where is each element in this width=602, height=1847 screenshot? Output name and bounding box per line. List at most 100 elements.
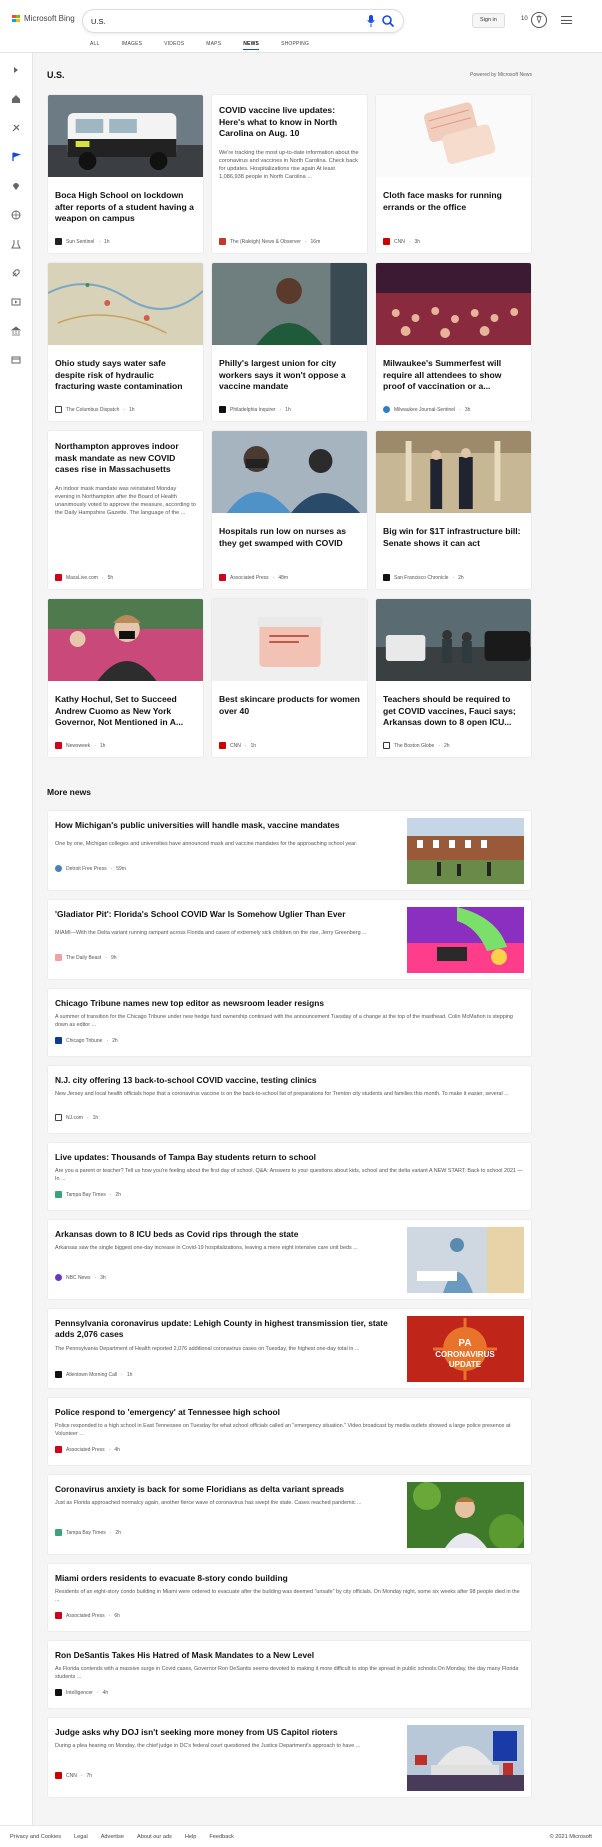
news-card[interactable]: Milwaukee's Summerfest will require all … <box>375 262 532 422</box>
row-title[interactable]: Miami orders residents to evacuate 8-sto… <box>55 1573 288 1584</box>
rocket-icon[interactable] <box>11 268 21 278</box>
microphone-icon[interactable] <box>367 15 375 27</box>
bing-logo[interactable]: Microsoft Bing <box>12 14 75 23</box>
card-source: Associated Press · 48m <box>219 574 288 581</box>
rewards-icon[interactable] <box>531 12 547 28</box>
news-card[interactable]: Teachers should be required to get COVID… <box>375 598 532 758</box>
section-title: U.S. <box>47 70 65 80</box>
card-title[interactable]: Cloth face masks for running errands or … <box>376 182 531 213</box>
footer-link-privacy[interactable]: Privacy and Cookies <box>10 1834 61 1840</box>
source-age: 1h <box>92 1114 99 1121</box>
row-title[interactable]: Judge asks why DOJ isn't seeking more mo… <box>55 1727 395 1738</box>
sign-in-button[interactable]: Sign in <box>472 13 505 28</box>
news-card[interactable]: Cloth face masks for running errands or … <box>375 94 532 254</box>
news-card[interactable]: Boca High School on lockdown after repor… <box>47 94 204 254</box>
row-title[interactable]: Pennsylvania coronavirus update: Lehigh … <box>55 1318 395 1340</box>
science-icon[interactable] <box>11 239 21 249</box>
news-card[interactable]: Ohio study says water safe despite risk … <box>47 262 204 422</box>
card-title[interactable]: Northampton approves indoor mask mandate… <box>48 431 203 476</box>
card-title[interactable]: Philly's largest union for city workers … <box>212 350 367 393</box>
tab-shopping[interactable]: SHOPPING <box>281 41 309 50</box>
collapse-icon[interactable] <box>11 65 21 75</box>
rewards-points: 10 <box>521 16 528 22</box>
globe-icon[interactable] <box>11 210 21 220</box>
location-icon[interactable] <box>11 181 21 191</box>
row-snippet: MIAMI—With the Delta variant running ram… <box>55 930 367 936</box>
news-row[interactable]: Arkansas down to 8 ICU beds as Covid rip… <box>47 1219 532 1300</box>
video-icon[interactable] <box>11 297 21 307</box>
news-row[interactable]: Chicago Tribune names new top editor as … <box>47 988 532 1057</box>
card-title[interactable]: Best skincare products for women over 40 <box>212 686 367 717</box>
header: Microsoft Bing Sign in 10 ALL IMAGES VID… <box>0 0 602 52</box>
footer-link-legal[interactable]: Legal <box>74 1834 88 1840</box>
footer-link-advertise[interactable]: Advertise <box>101 1834 124 1840</box>
logo-text: Microsoft Bing <box>24 14 75 23</box>
tab-images[interactable]: IMAGES <box>122 41 143 50</box>
row-source: NBC News · 3h <box>55 1274 106 1281</box>
flag-icon[interactable] <box>11 152 21 162</box>
source-name: San Francisco Chronicle <box>394 574 449 581</box>
card-snippet: We're tracking the most up-to-date infor… <box>219 149 359 180</box>
news-row[interactable]: Police respond to 'emergency' at Tenness… <box>47 1397 532 1466</box>
source-name: Intelligencer <box>66 1689 93 1696</box>
news-row[interactable]: 'Gladiator Pit': Florida's School COVID … <box>47 899 532 980</box>
row-title[interactable]: Arkansas down to 8 ICU beds as Covid rip… <box>55 1229 395 1240</box>
news-card[interactable]: Hospitals run low on nurses as they get … <box>211 430 368 590</box>
row-title[interactable]: Ron DeSantis Takes His Hatred of Mask Ma… <box>55 1650 314 1661</box>
card-title[interactable]: Hospitals run low on nurses as they get … <box>212 518 367 549</box>
footer-link-help[interactable]: Help <box>185 1834 197 1840</box>
source-age: 9h <box>110 954 117 961</box>
powered-by[interactable]: Powered by Microsoft News <box>470 72 532 78</box>
news-card[interactable]: Kathy Hochul, Set to Succeed Andrew Cuom… <box>47 598 204 758</box>
news-row[interactable]: Pennsylvania coronavirus update: Lehigh … <box>47 1308 532 1389</box>
source-age: 1h <box>126 1371 133 1378</box>
creditcard-icon[interactable] <box>11 355 21 365</box>
card-title[interactable]: Boca High School on lockdown after repor… <box>48 182 203 225</box>
bank-icon[interactable] <box>11 326 21 336</box>
news-row[interactable]: N.J. city offering 13 back-to-school COV… <box>47 1065 532 1134</box>
news-row[interactable]: Miami orders residents to evacuate 8-sto… <box>47 1563 532 1632</box>
news-card[interactable]: Best skincare products for women over 40… <box>211 598 368 758</box>
source-name: Associated Press <box>230 574 269 581</box>
tech-icon[interactable] <box>11 123 21 133</box>
card-title[interactable]: Ohio study says water safe despite risk … <box>48 350 203 393</box>
search-icon[interactable] <box>381 14 395 28</box>
tab-all[interactable]: ALL <box>90 41 100 50</box>
search-input[interactable] <box>91 14 351 28</box>
row-title[interactable]: Police respond to 'emergency' at Tenness… <box>55 1407 280 1418</box>
tab-news[interactable]: NEWS <box>243 41 260 50</box>
row-title[interactable]: 'Gladiator Pit': Florida's School COVID … <box>55 909 395 920</box>
news-row[interactable]: How Michigan's public universities will … <box>47 810 532 891</box>
news-row[interactable]: Coronavirus anxiety is back for some Flo… <box>47 1474 532 1555</box>
footer-link-feedback[interactable]: Feedback <box>209 1834 234 1840</box>
row-title[interactable]: Coronavirus anxiety is back for some Flo… <box>55 1484 395 1495</box>
news-row[interactable]: Live updates: Thousands of Tampa Bay stu… <box>47 1142 532 1211</box>
card-title[interactable]: Teachers should be required to get COVID… <box>376 686 531 729</box>
source-name: Milwaukee Journal-Sentinel <box>394 406 456 413</box>
source-age: 4h <box>114 1446 120 1453</box>
news-card[interactable]: Northampton approves indoor mask mandate… <box>47 430 204 590</box>
row-title[interactable]: Chicago Tribune names new top editor as … <box>55 998 324 1009</box>
news-row[interactable]: Judge asks why DOJ isn't seeking more mo… <box>47 1717 532 1798</box>
news-row[interactable]: Ron DeSantis Takes His Hatred of Mask Ma… <box>47 1640 532 1709</box>
footer-link-about-ads[interactable]: About our ads <box>137 1834 172 1840</box>
source-age: 2h <box>112 1037 118 1044</box>
card-title[interactable]: Milwaukee's Summerfest will require all … <box>376 350 531 393</box>
row-snippet: New Jersey and local health officials ho… <box>55 1091 509 1097</box>
card-title[interactable]: COVID vaccine live updates: Here's what … <box>212 95 367 140</box>
menu-icon[interactable] <box>561 16 572 27</box>
news-card[interactable]: Philly's largest union for city workers … <box>211 262 368 422</box>
tab-maps[interactable]: MAPS <box>206 41 221 50</box>
home-icon[interactable] <box>11 94 21 104</box>
row-title[interactable]: Live updates: Thousands of Tampa Bay stu… <box>55 1152 316 1163</box>
news-card[interactable]: Big win for $1T infrastructure bill: Sen… <box>375 430 532 590</box>
row-title[interactable]: How Michigan's public universities will … <box>55 820 395 831</box>
row-title[interactable]: N.J. city offering 13 back-to-school COV… <box>55 1075 317 1086</box>
tab-videos[interactable]: VIDEOS <box>164 41 184 50</box>
card-title[interactable]: Kathy Hochul, Set to Succeed Andrew Cuom… <box>48 686 203 729</box>
news-card[interactable]: COVID vaccine live updates: Here's what … <box>211 94 368 254</box>
copyright: © 2021 Microsoft <box>549 1834 592 1840</box>
row-snippet: One by one, Michigan colleges and univer… <box>55 841 358 847</box>
card-title[interactable]: Big win for $1T infrastructure bill: Sen… <box>376 518 531 549</box>
source-name: Associated Press <box>66 1446 105 1453</box>
